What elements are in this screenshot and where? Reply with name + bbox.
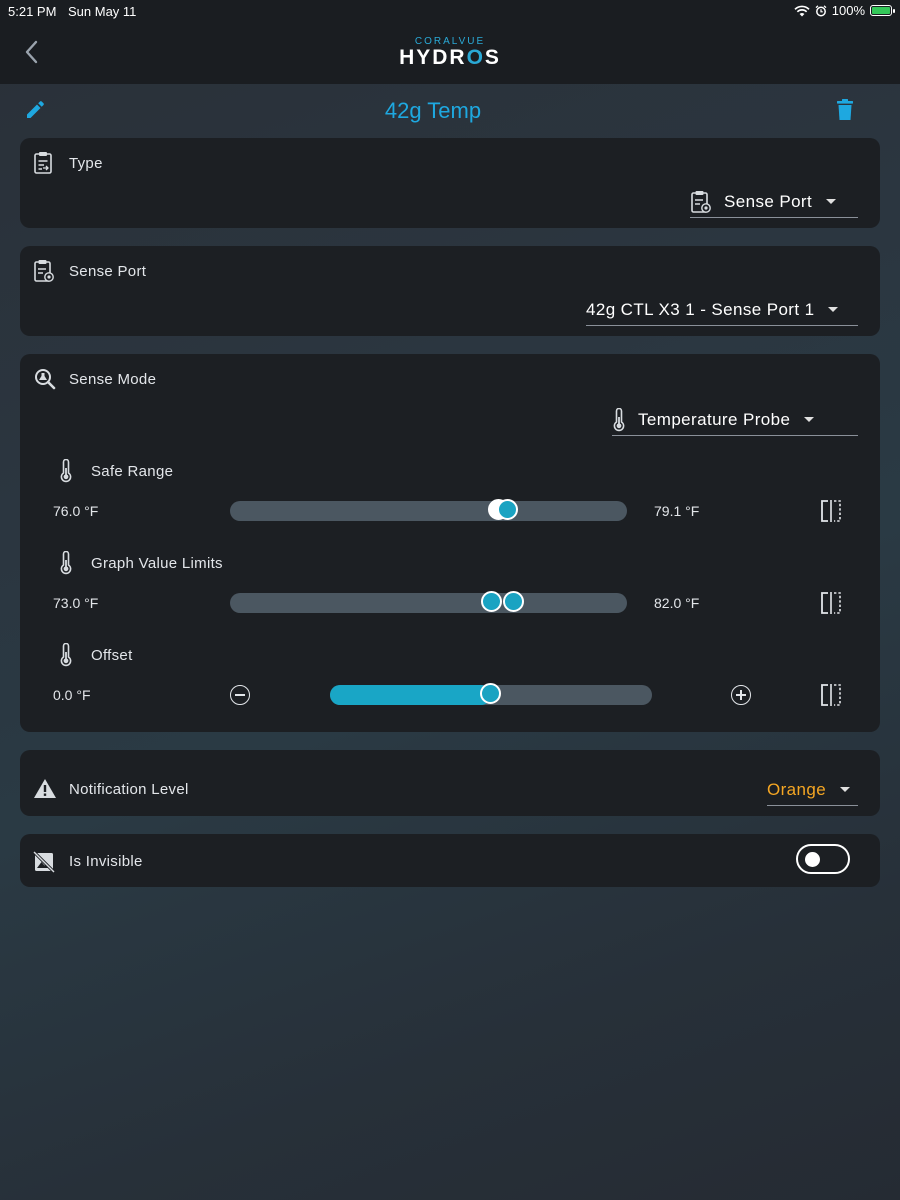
notification-level-dropdown[interactable]: Orange	[767, 774, 858, 806]
status-time: 5:21 PM	[8, 4, 57, 19]
is-invisible-card: Is Invisible	[20, 834, 880, 887]
battery-percent: 100%	[831, 3, 865, 18]
safe-range-max-handle[interactable]	[497, 499, 518, 520]
trash-delete-icon[interactable]	[836, 99, 854, 121]
type-card: Type Sense Port	[20, 138, 880, 228]
type-dropdown[interactable]: Sense Port	[690, 186, 858, 218]
warning-triangle-icon	[34, 779, 56, 798]
is-invisible-label: Is Invisible	[69, 853, 143, 870]
thermometer-icon	[60, 459, 72, 483]
clipboard-sense-icon	[34, 260, 54, 282]
logo-product-part-1: HYDR	[399, 46, 467, 69]
split-range-icon[interactable]	[820, 592, 842, 614]
clipboard-icon	[34, 152, 52, 174]
status-date: Sun May 11	[68, 4, 137, 19]
status-right: 100%	[794, 3, 895, 18]
clipboard-sense-icon	[690, 190, 712, 214]
chevron-down-icon	[826, 199, 837, 204]
safe-range-slider[interactable]	[230, 501, 627, 521]
is-invisible-toggle[interactable]	[796, 844, 850, 874]
chevron-down-icon	[828, 307, 839, 312]
safe-range-label: Safe Range	[91, 463, 174, 480]
logo-product: HYDROS	[380, 47, 520, 69]
toggle-knob	[805, 852, 820, 867]
offset-handle[interactable]	[480, 683, 501, 704]
sense-port-card: Sense Port 42g CTL X3 1 - Sense Port 1	[20, 246, 880, 336]
notification-level-label: Notification Level	[69, 781, 189, 798]
graph-limits-min-handle[interactable]	[481, 591, 502, 612]
status-bar: 5:21 PM Sun May 11 100%	[0, 0, 900, 22]
hidden-image-icon	[33, 851, 55, 873]
chevron-down-icon	[840, 787, 851, 792]
notification-level-value: Orange	[767, 779, 827, 799]
logo-product-part-3: S	[484, 46, 501, 69]
logo-product-part-2: O	[466, 46, 485, 69]
graph-limits-slider[interactable]	[230, 593, 627, 613]
offset-value: 0.0 °F	[53, 687, 91, 703]
page-header: 42g Temp	[0, 84, 900, 138]
split-range-icon[interactable]	[820, 684, 842, 706]
offset-slider-fill	[330, 685, 491, 705]
chevron-down-icon	[804, 417, 815, 422]
sense-mode-dropdown[interactable]: Temperature Probe	[612, 404, 858, 436]
type-label: Type	[69, 155, 103, 172]
sense-port-label: Sense Port	[69, 263, 147, 280]
nav-bar: CORALVUE HYDROS	[0, 22, 900, 84]
sense-mode-label: Sense Mode	[69, 371, 157, 388]
split-range-icon[interactable]	[820, 500, 842, 522]
battery-icon	[870, 5, 895, 16]
notification-level-card: Notification Level Orange	[20, 750, 880, 816]
sense-port-value: 42g CTL X3 1 - Sense Port 1	[586, 299, 815, 319]
wifi-icon	[794, 5, 810, 16]
thermometer-icon	[60, 643, 72, 667]
sense-mode-value: Temperature Probe	[638, 409, 791, 429]
alarm-icon	[815, 4, 827, 16]
thermometer-icon	[60, 551, 72, 575]
type-value: Sense Port	[724, 191, 813, 211]
app-logo: CORALVUE HYDROS	[380, 36, 520, 69]
magnifier-flask-icon	[35, 369, 56, 390]
graph-limits-max: 82.0 °F	[654, 595, 700, 611]
offset-increase-button[interactable]	[731, 685, 751, 705]
back-chevron-icon[interactable]	[20, 38, 44, 66]
thermometer-icon	[612, 407, 626, 432]
offset-decrease-button[interactable]	[230, 685, 250, 705]
graph-limits-max-handle[interactable]	[503, 591, 524, 612]
graph-limits-min: 73.0 °F	[53, 595, 99, 611]
graph-limits-label: Graph Value Limits	[91, 555, 223, 572]
offset-label: Offset	[91, 647, 133, 664]
sense-port-dropdown[interactable]: 42g CTL X3 1 - Sense Port 1	[586, 294, 858, 326]
sense-mode-card: Sense Mode Temperature Probe Safe Range …	[20, 354, 880, 732]
safe-range-max: 79.1 °F	[654, 503, 700, 519]
safe-range-min: 76.0 °F	[53, 503, 99, 519]
page-title: 42g Temp	[384, 98, 482, 123]
